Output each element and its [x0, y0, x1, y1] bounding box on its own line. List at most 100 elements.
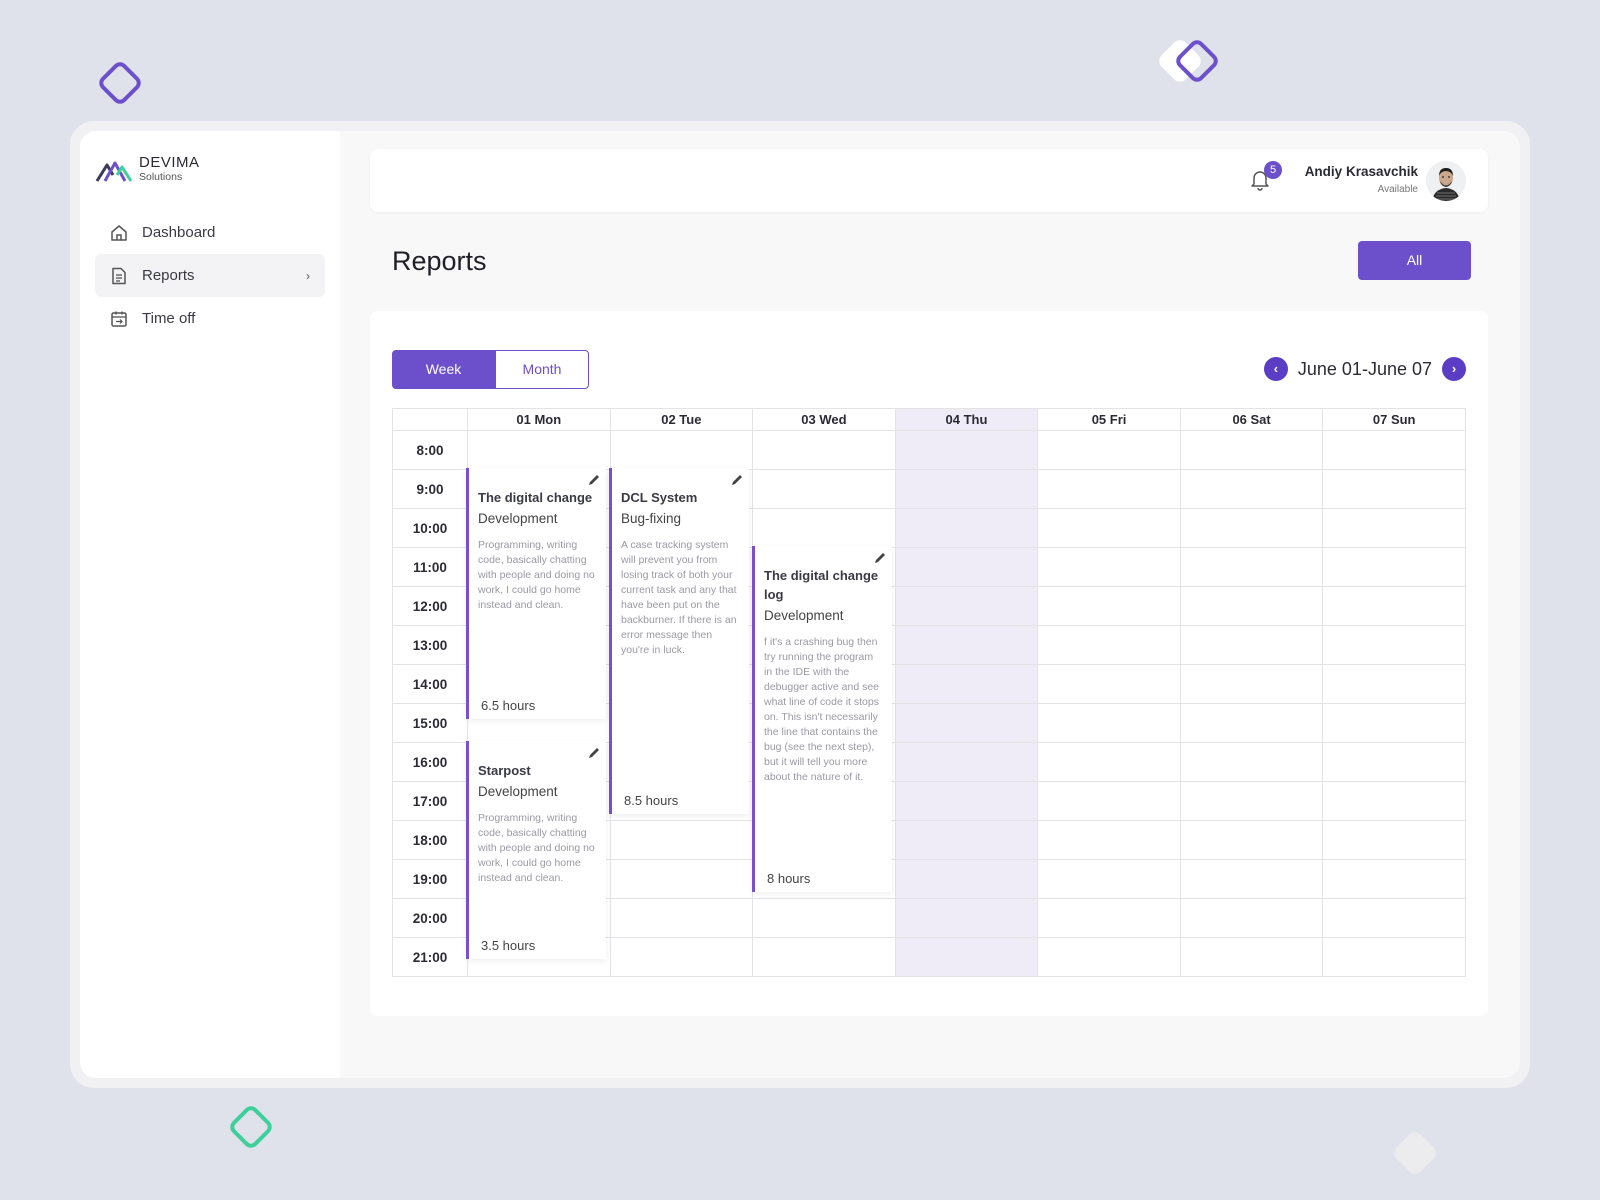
calendar-slot[interactable] [894, 625, 1039, 665]
sidebar-item-time-off[interactable]: Time off [95, 297, 325, 340]
calendar-slot[interactable] [894, 664, 1039, 704]
calendar-slot[interactable] [752, 898, 896, 938]
calendar-slot[interactable] [1179, 898, 1324, 938]
calendar-slot[interactable] [1322, 625, 1466, 665]
calendar-slot[interactable] [1037, 898, 1181, 938]
calendar-slot[interactable] [894, 430, 1039, 470]
calendar-slot[interactable] [609, 937, 754, 977]
sidebar-item-reports[interactable]: Reports › [95, 254, 325, 297]
month-view-button[interactable]: Month [495, 350, 589, 389]
calendar-slot[interactable] [1322, 898, 1466, 938]
calendar-slot[interactable] [752, 937, 896, 977]
calendar-slot[interactable] [1179, 469, 1324, 509]
calendar-slot[interactable] [1037, 820, 1181, 860]
week-view-button[interactable]: Week [392, 350, 495, 389]
user-name[interactable]: Andiy Krasavchik [1305, 164, 1418, 179]
calendar-slot[interactable] [1037, 547, 1181, 587]
calendar-slot[interactable] [1037, 937, 1181, 977]
time-label: 17:00 [392, 781, 468, 821]
calendar-slot[interactable] [1322, 937, 1466, 977]
calendar-slot[interactable] [1322, 820, 1466, 860]
calendar-slot[interactable] [894, 898, 1039, 938]
calendar-slot[interactable] [1179, 703, 1324, 743]
calendar-slot[interactable] [609, 820, 754, 860]
calendar-slot[interactable] [1322, 742, 1466, 782]
calendar-slot[interactable] [1179, 547, 1324, 587]
calendar-slot[interactable] [1322, 469, 1466, 509]
calendar-slot[interactable] [1322, 430, 1466, 470]
calendar-slot[interactable] [894, 547, 1039, 587]
time-label: 19:00 [392, 859, 468, 899]
calendar-slot[interactable] [1037, 508, 1181, 548]
calendar-slot[interactable] [1322, 508, 1466, 548]
week-calendar: 01 Mon 02 Tue 03 Wed 04 Thu 05 Fri 06 Sa… [392, 408, 1466, 977]
calendar-slot[interactable] [1179, 859, 1324, 899]
diamond-decoration [226, 1102, 276, 1152]
calendar-slot[interactable] [1322, 781, 1466, 821]
time-row: 8:00 [392, 430, 1466, 470]
calendar-slot[interactable] [1037, 664, 1181, 704]
calendar-slot[interactable] [1322, 664, 1466, 704]
day-header: 03 Wed [752, 408, 896, 431]
event-hours: 8.5 hours [624, 793, 679, 808]
calendar-slot[interactable] [894, 586, 1039, 626]
calendar-slot[interactable] [1322, 859, 1466, 899]
calendar-slot[interactable] [609, 430, 754, 470]
edit-pencil-icon[interactable] [874, 552, 886, 564]
calendar-slot[interactable] [1037, 781, 1181, 821]
top-bar: 5 Andiy Krasavchik Available [370, 149, 1488, 212]
calendar-slot[interactable] [1179, 820, 1324, 860]
calendar-slot[interactable] [1179, 625, 1324, 665]
calendar-slot[interactable] [1037, 625, 1181, 665]
edit-pencil-icon[interactable] [588, 474, 600, 486]
edit-pencil-icon[interactable] [731, 474, 743, 486]
calendar-slot[interactable] [1179, 586, 1324, 626]
calendar-slot[interactable] [894, 820, 1039, 860]
calendar-slot[interactable] [609, 898, 754, 938]
calendar-slot[interactable] [1179, 937, 1324, 977]
calendar-slot[interactable] [1037, 469, 1181, 509]
calendar-slot[interactable] [894, 937, 1039, 977]
day-header: 07 Sun [1322, 408, 1466, 431]
calendar-event[interactable]: DCL System Bug-fixing A case tracking sy… [609, 468, 749, 814]
calendar-slot[interactable] [1037, 430, 1181, 470]
calendar-slot[interactable] [1037, 742, 1181, 782]
edit-pencil-icon[interactable] [588, 747, 600, 759]
calendar-slot[interactable] [1037, 859, 1181, 899]
time-label: 20:00 [392, 898, 468, 938]
main-content: 5 Andiy Krasavchik Available Reports All… [340, 131, 1520, 1078]
calendar-slot[interactable] [752, 508, 896, 548]
brand[interactable]: DEVIMA Solutions [95, 153, 325, 185]
calendar-slot[interactable] [752, 430, 896, 470]
calendar-slot[interactable] [1037, 703, 1181, 743]
calendar-slot[interactable] [894, 703, 1039, 743]
time-label: 10:00 [392, 508, 468, 548]
calendar-slot[interactable] [609, 859, 754, 899]
calendar-slot[interactable] [894, 859, 1039, 899]
calendar-slot[interactable] [894, 781, 1039, 821]
calendar-slot[interactable] [1179, 781, 1324, 821]
event-hours: 8 hours [767, 871, 811, 886]
calendar-slot[interactable] [1179, 664, 1324, 704]
calendar-event[interactable]: The digital change Development Programmi… [466, 468, 606, 719]
prev-week-button[interactable]: ‹ [1263, 357, 1288, 381]
sidebar-item-dashboard[interactable]: Dashboard [95, 211, 325, 254]
calendar-event[interactable]: The digital change log Development f it'… [752, 546, 892, 892]
calendar-slot[interactable] [894, 508, 1039, 548]
calendar-slot[interactable] [1322, 586, 1466, 626]
calendar-slot[interactable] [467, 430, 611, 470]
calendar-slot[interactable] [1037, 586, 1181, 626]
calendar-slot[interactable] [1179, 742, 1324, 782]
calendar-event[interactable]: Starpost Development Programming, writin… [466, 741, 606, 959]
avatar[interactable] [1426, 161, 1466, 201]
filter-all-button[interactable]: All [1358, 241, 1471, 280]
event-hours: 6.5 hours [481, 698, 536, 713]
calendar-slot[interactable] [752, 469, 896, 509]
calendar-slot[interactable] [894, 469, 1039, 509]
calendar-slot[interactable] [1322, 703, 1466, 743]
calendar-slot[interactable] [894, 742, 1039, 782]
next-week-button[interactable]: › [1442, 357, 1466, 381]
calendar-slot[interactable] [1179, 508, 1324, 548]
calendar-slot[interactable] [1322, 547, 1466, 587]
calendar-slot[interactable] [1179, 430, 1324, 470]
